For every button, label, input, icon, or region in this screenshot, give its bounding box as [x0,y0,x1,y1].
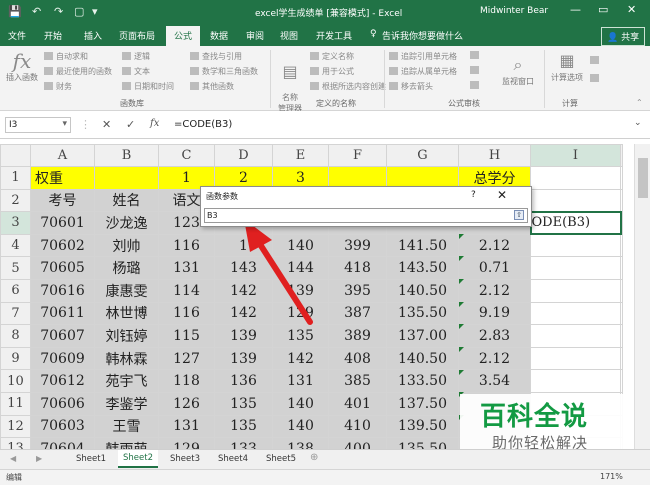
sheet-tab-2[interactable]: Sheet2 [118,450,158,468]
sheet-tab-3[interactable]: Sheet3 [166,452,204,466]
dialog-close-button[interactable]: ✕ [497,188,507,202]
expand-dialog-icon[interactable]: ⇧ [514,210,524,220]
next-sheet-icon[interactable]: ▶ [36,454,42,463]
status-bar: 编辑 171% [0,469,650,485]
function-arguments-dialog[interactable]: 函数参数 ? ✕ B3 ⇧ [200,186,532,227]
help-button[interactable]: ? [471,190,476,200]
sheet-tab-4[interactable]: Sheet4 [214,452,252,466]
arrow-shaft [253,235,313,325]
watermark-title: 百科全说 [480,402,589,432]
add-sheet-icon[interactable]: ⊕ [310,452,318,463]
dialog-title: 函数参数 [206,192,238,201]
argument-value: B3 [207,211,218,220]
sheet-tabs-bar: ◀ ▶ Sheet1 Sheet2 Sheet3 Sheet4 Sheet5 ⊕ [0,449,650,469]
zoom-level[interactable]: 171% [600,472,623,481]
sheet-tab-5[interactable]: Sheet5 [262,452,300,466]
status-mode: 编辑 [6,473,22,482]
argument-input[interactable]: B3 ⇧ [204,208,528,223]
sheet-tab-1[interactable]: Sheet1 [72,452,110,466]
prev-sheet-icon[interactable]: ◀ [10,454,16,463]
